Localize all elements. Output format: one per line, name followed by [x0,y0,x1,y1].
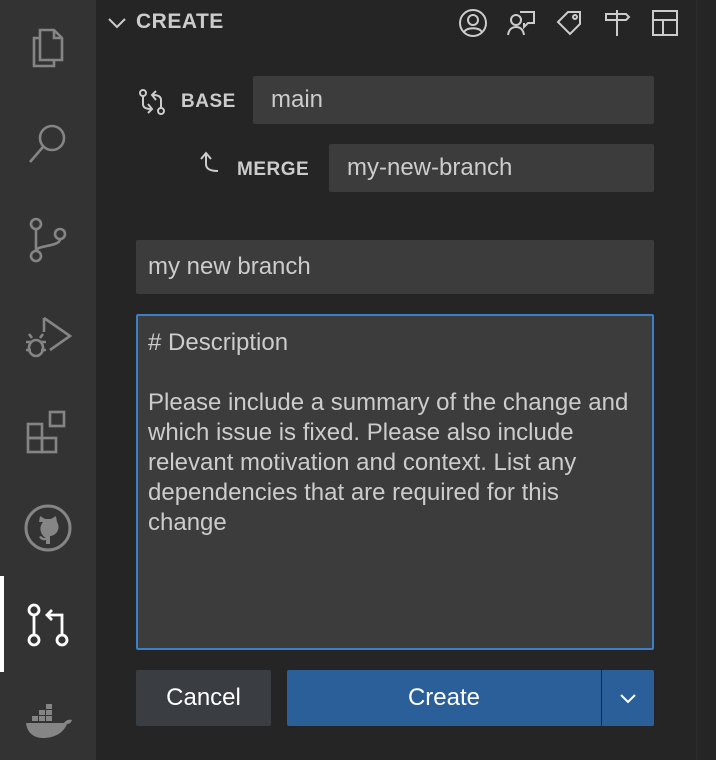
pr-title-input[interactable]: my new branch [136,240,654,294]
panel-scrollbar[interactable] [696,0,716,760]
pr-description-textarea[interactable]: # Description Please include a summary o… [136,314,654,650]
project-icon [652,10,678,36]
panel-title: CREATE [136,10,224,33]
activity-extensions[interactable] [0,384,96,480]
search-icon [29,124,66,163]
project-button[interactable] [648,6,682,40]
merge-branch-field[interactable]: my-new-branch [329,144,654,192]
activity-explorer[interactable] [0,0,96,96]
reviewers-button[interactable] [504,6,538,40]
merge-arrow-icon [200,151,219,172]
panel-header: CREATE [96,0,696,44]
pull-request-icon [27,603,69,647]
github-icon [24,504,72,552]
create-options-dropdown[interactable] [602,670,654,726]
activity-search[interactable] [0,96,96,192]
comment-discussion-icon [507,11,535,36]
activity-github[interactable] [0,480,96,576]
chevron-down-icon [620,694,636,704]
create-button[interactable]: Create [287,670,601,726]
activity-docker[interactable] [0,672,96,760]
compare-branches-icon [139,89,165,115]
activity-pull-requests[interactable] [0,576,96,672]
account-icon [459,9,487,37]
labels-button[interactable] [552,6,586,40]
extensions-icon [26,410,66,454]
base-branch-field[interactable]: main [253,76,654,124]
activity-source-control[interactable] [0,192,96,288]
run-debug-icon [26,316,73,358]
source-control-icon [29,217,67,263]
base-label: BASE [181,91,236,112]
milestone-button[interactable] [600,6,634,40]
docker-icon [26,704,72,738]
chevron-down-icon[interactable] [106,12,128,34]
milestone-icon [605,10,631,36]
merge-label: MERGE [237,159,310,180]
activity-bar [0,0,96,760]
tag-icon [556,11,581,36]
account-button[interactable] [456,6,490,40]
create-pr-panel: CREATE BASE main MERGE my-new-branch my … [96,0,696,760]
activity-run-debug[interactable] [0,288,96,384]
cancel-button[interactable]: Cancel [136,670,271,726]
files-icon [32,28,64,68]
